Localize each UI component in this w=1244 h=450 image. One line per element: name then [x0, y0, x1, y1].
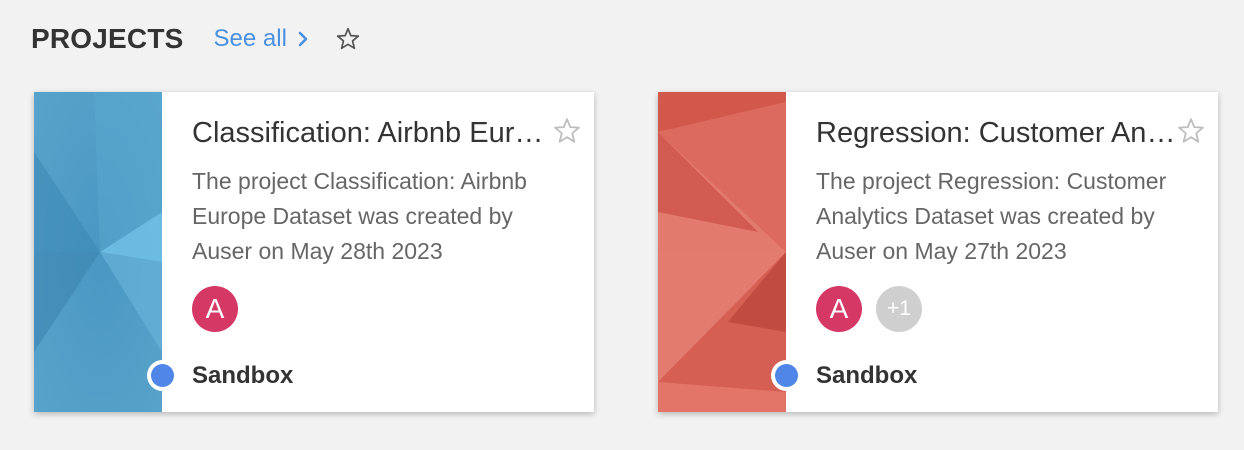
chevron-right-icon: [297, 31, 309, 47]
card-body: Classification: Airbnb Europe Dataset Th…: [162, 92, 594, 412]
see-all-label: See all: [213, 25, 287, 52]
section-header: PROJECTS See all: [31, 20, 361, 58]
status-indicator: [771, 360, 802, 391]
avatar[interactable]: A: [192, 286, 238, 332]
project-description: The project Regression: Customer Analyti…: [816, 168, 1167, 264]
star-icon[interactable]: [552, 116, 582, 146]
project-title[interactable]: Regression: Customer Analytics Dataset: [816, 114, 1180, 152]
favorite-star-icon[interactable]: [335, 26, 361, 52]
project-title[interactable]: Classification: Airbnb Europe Dataset: [192, 114, 556, 152]
avatar[interactable]: A: [816, 286, 862, 332]
project-card[interactable]: Classification: Airbnb Europe Dataset Th…: [34, 92, 594, 412]
section-title: PROJECTS: [31, 23, 184, 54]
see-all-link[interactable]: See all: [214, 25, 309, 53]
status-indicator: [147, 360, 178, 391]
card-body: Regression: Customer Analytics Dataset T…: [786, 92, 1218, 412]
contributors: A: [192, 286, 564, 332]
project-thumbnail: [34, 92, 162, 412]
contributors: A +1: [816, 286, 1188, 332]
star-icon[interactable]: [1176, 116, 1206, 146]
project-card[interactable]: Regression: Customer Analytics Dataset T…: [658, 92, 1218, 412]
project-tag: Sandbox: [816, 362, 918, 389]
project-description: The project Classification: Airbnb Europ…: [192, 168, 527, 264]
project-thumbnail: [658, 92, 786, 412]
project-tag: Sandbox: [192, 362, 294, 389]
more-contributors-badge[interactable]: +1: [876, 286, 922, 332]
